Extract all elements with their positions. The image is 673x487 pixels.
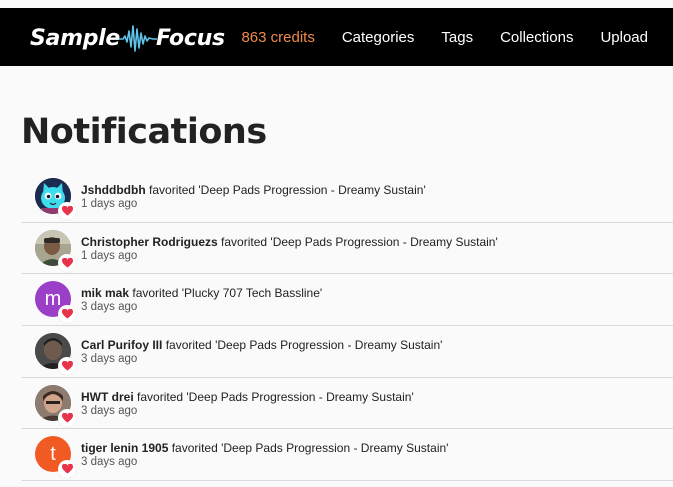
nav-links: 863 credits Categories Tags Collections …: [241, 8, 648, 66]
user-name[interactable]: HWT drei: [81, 390, 134, 404]
user-name[interactable]: Carl Purifoy III: [81, 338, 162, 352]
heart-badge: [58, 305, 76, 324]
timestamp: 1 days ago: [81, 198, 138, 210]
timestamp: 1 days ago: [81, 249, 138, 262]
notification-item[interactable]: Jshddbdbh favorited 'Deep Pads Progressi…: [22, 171, 673, 223]
heart-icon: [61, 206, 73, 216]
action-text: favorited: [221, 234, 268, 249]
nav-collections[interactable]: Collections: [500, 29, 573, 46]
action-text: favorited: [165, 338, 212, 353]
logo-text-right: Focus: [156, 25, 225, 51]
action-text: favorited: [149, 183, 196, 197]
notification-text: tiger lenin 1905 favorited 'Deep Pads Pr…: [81, 441, 448, 455]
timestamp: 3 days ago: [81, 353, 138, 366]
notification-text: Jshddbdbh favorited 'Deep Pads Progressi…: [81, 183, 426, 197]
sample-title[interactable]: 'Deep Pads Progression - Dreamy Sustain': [198, 183, 425, 197]
timestamp: 3 days ago: [81, 456, 138, 469]
notification-text: Christopher Rodriguezs favorited 'Deep P…: [81, 235, 498, 249]
notification-item[interactable]: t tiger lenin 1905 favorited 'Deep Pads …: [22, 429, 673, 482]
heart-badge: [58, 253, 76, 272]
navbar: Sample Focus 863 credits Categories Tags…: [0, 8, 673, 66]
heart-badge: [58, 460, 76, 479]
notification-text: mik mak favorited 'Plucky 707 Tech Bassl…: [81, 286, 322, 300]
nav-tags[interactable]: Tags: [441, 29, 473, 46]
heart-badge: [58, 357, 76, 376]
timestamp: 3 days ago: [81, 404, 138, 417]
user-name[interactable]: mik mak: [81, 286, 129, 300]
heart-icon: [61, 361, 73, 371]
notification-item[interactable]: Christopher Rodriguezs favorited 'Deep P…: [22, 223, 673, 275]
avatar-initial: m: [44, 287, 62, 310]
timestamp: 3 days ago: [81, 301, 138, 314]
action-text: favorited: [171, 441, 218, 456]
top-strip: [0, 0, 673, 8]
logo[interactable]: Sample Focus: [30, 22, 225, 54]
notification-item[interactable]: m mik mak favorited 'Plucky 707 Tech Bas…: [22, 274, 673, 327]
action-text: favorited: [137, 389, 184, 404]
user-name[interactable]: Christopher Rodriguezs: [81, 235, 218, 249]
heart-icon: [61, 464, 73, 474]
notification-list: Jshddbdbh favorited 'Deep Pads Progressi…: [22, 171, 673, 482]
heart-badge: [58, 408, 76, 427]
avatar-initial: t: [50, 442, 56, 465]
sample-title[interactable]: 'Deep Pads Progression - Dreamy Sustain': [186, 390, 413, 404]
heart-badge: [58, 202, 76, 220]
sample-title[interactable]: 'Deep Pads Progression - Dreamy Sustain': [221, 441, 448, 455]
user-name[interactable]: tiger lenin 1905: [81, 441, 168, 455]
notification-text: HWT drei favorited 'Deep Pads Progressio…: [81, 390, 414, 404]
page-title: Notifications: [21, 112, 267, 152]
heart-icon: [61, 412, 73, 423]
sample-title[interactable]: 'Deep Pads Progression - Dreamy Sustain': [215, 338, 442, 352]
action-text: favorited: [132, 286, 179, 301]
heart-icon: [61, 309, 73, 319]
user-name[interactable]: Jshddbdbh: [81, 183, 146, 197]
nav-upload[interactable]: Upload: [600, 29, 648, 46]
sample-title[interactable]: 'Plucky 707 Tech Bassline': [182, 286, 322, 300]
heart-icon: [61, 257, 73, 268]
notification-text: Carl Purifoy III favorited 'Deep Pads Pr…: [81, 338, 442, 352]
credits-link[interactable]: 863 credits: [241, 29, 314, 46]
nav-categories[interactable]: Categories: [342, 29, 415, 46]
logo-text-left: Sample: [30, 25, 121, 51]
sample-title[interactable]: 'Deep Pads Progression - Dreamy Sustain': [270, 235, 497, 249]
waveform-icon: [119, 25, 158, 52]
notification-item[interactable]: HWT drei favorited 'Deep Pads Progressio…: [22, 378, 673, 430]
notification-item[interactable]: Carl Purifoy III favorited 'Deep Pads Pr…: [22, 326, 673, 378]
